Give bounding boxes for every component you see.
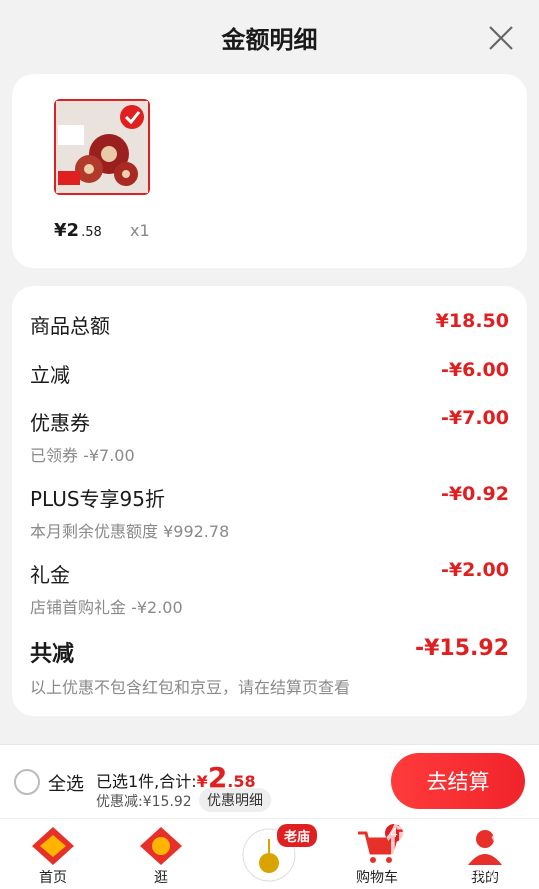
product-price: ¥2.58 <box>54 220 102 241</box>
detail-value: -¥0.92 <box>441 483 509 505</box>
home-icon <box>32 827 74 865</box>
cart-count-badge: 4 <box>385 824 403 842</box>
detail-row: 商品总额 ¥18.50 <box>30 310 509 339</box>
profile-icon <box>468 830 502 865</box>
tab-cart[interactable]: 购物车 <box>332 819 422 889</box>
browse-icon <box>140 827 182 865</box>
detail-sublabel: 本月剩余优惠额度 ¥992.78 <box>30 522 230 541</box>
amount-detail-card: 商品总额 ¥18.50 立减 -¥6.00 优惠券 已领券 -¥7.00 -¥7… <box>12 286 527 716</box>
detail-label: PLUS专享95折 <box>30 487 165 511</box>
laodian-badge: 老庙 <box>277 824 318 847</box>
close-icon[interactable] <box>487 24 515 52</box>
detail-sublabel: 店铺首购礼金 -¥2.00 <box>30 598 183 617</box>
page-title: 金额明细 <box>221 26 318 54</box>
select-all-label[interactable]: 全选 <box>48 770 84 796</box>
total-note: 以上优惠不包含红包和京豆，请在结算页查看 <box>30 678 351 697</box>
tab-label: 我的 <box>471 870 499 886</box>
product-price-int: ¥2 <box>54 220 80 241</box>
product-price-dec: .58 <box>81 225 102 240</box>
detail-label: 优惠券 <box>30 411 90 435</box>
bottom-tab-bar: 首页 逛 购物车 我的 <box>0 818 539 889</box>
detail-value: -¥2.00 <box>441 559 509 581</box>
tab-browse[interactable]: 逛 <box>116 819 206 889</box>
select-all-radio[interactable] <box>14 769 40 795</box>
detail-label: 立减 <box>30 363 70 387</box>
product-card: ¥2.58 x1 <box>12 74 527 268</box>
detail-row: 立减 -¥6.00 <box>30 359 509 388</box>
product-quantity: x1 <box>130 221 150 240</box>
selected-count: 已选1件,合计: <box>96 772 197 791</box>
detail-sublabel: 已领券 -¥7.00 <box>30 446 135 465</box>
discount-detail-button[interactable]: 优惠明细 <box>199 788 271 812</box>
header: 金额明细 <box>0 0 539 74</box>
tab-label: 首页 <box>39 870 67 886</box>
detail-value: -¥6.00 <box>441 359 509 381</box>
tab-label: 购物车 <box>356 870 398 886</box>
detail-label: 礼金 <box>30 563 70 587</box>
tab-label: 逛 <box>154 870 168 886</box>
product-image[interactable] <box>54 99 150 195</box>
detail-row: 优惠券 已领券 -¥7.00 -¥7.00 <box>30 407 509 466</box>
checkout-button[interactable]: 去结算 <box>391 753 525 809</box>
checkout-bar: 全选 已选1件,合计:¥2.58 优惠减:¥15.92 优惠明细 去结算 <box>0 744 539 818</box>
tab-home[interactable]: 首页 <box>8 819 98 889</box>
tab-profile[interactable]: 我的 <box>440 819 530 889</box>
detail-value: -¥7.00 <box>441 407 509 429</box>
detail-value: ¥18.50 <box>435 310 509 332</box>
detail-row: PLUS专享95折 本月剩余优惠额度 ¥992.78 -¥0.92 <box>30 483 509 542</box>
detail-total-row: 共减 以上优惠不包含红包和京豆，请在结算页查看 -¥15.92 <box>30 636 509 698</box>
detail-row: 礼金 店铺首购礼金 -¥2.00 -¥2.00 <box>30 559 509 618</box>
total-value: -¥15.92 <box>414 636 509 661</box>
discount-summary: 优惠减:¥15.92 <box>96 794 192 810</box>
